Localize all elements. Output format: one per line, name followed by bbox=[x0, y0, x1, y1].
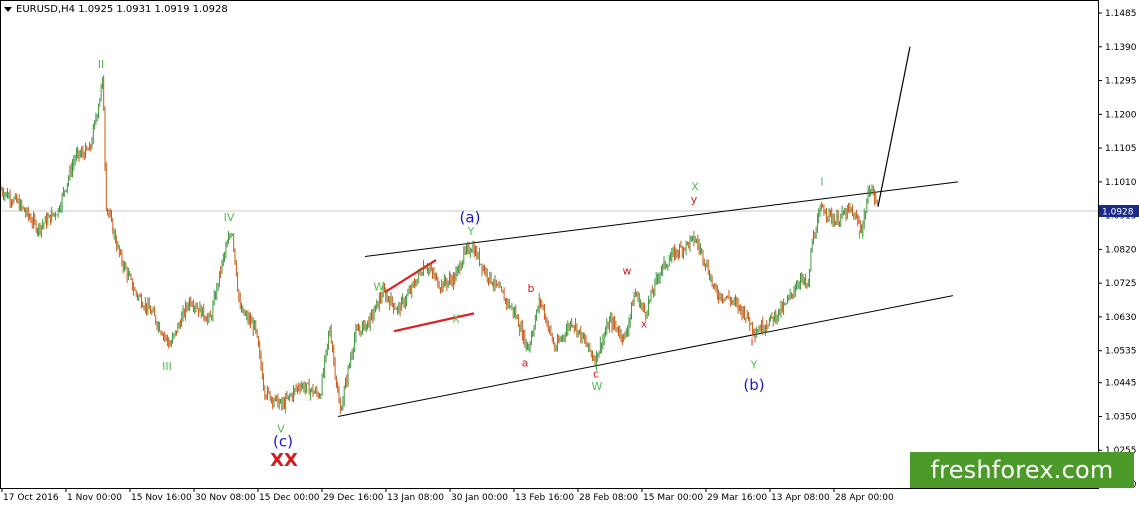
x-tick-label: 15 Nov 16:00 bbox=[131, 493, 192, 503]
x-tick-label: 17 Oct 2016 bbox=[3, 493, 59, 503]
plot-frame bbox=[0, 0, 1099, 489]
x-tick-label: 29 Mar 16:00 bbox=[707, 493, 767, 503]
x-tick-label: 15 Mar 00:00 bbox=[643, 493, 703, 503]
dropdown-triangle-icon[interactable] bbox=[4, 6, 12, 12]
wave-label: X bbox=[452, 312, 460, 325]
projection-line bbox=[877, 46, 911, 207]
price-chart: IIIIVIIIV(c)XXWX(a)YbacWwxXyiY(b)III 1.1… bbox=[0, 0, 1139, 503]
wave-label: II bbox=[98, 58, 105, 71]
x-tick-label: 30 Nov 08:00 bbox=[195, 493, 256, 503]
wave-label: Y bbox=[467, 225, 475, 238]
y-tick-label: 1.1390 bbox=[1105, 43, 1137, 53]
x-tick-label: 13 Apr 08:00 bbox=[771, 493, 830, 503]
wave-label: a bbox=[522, 357, 529, 370]
symbol-header: EURUSD,H4 1.0925 1.0931 1.0919 1.0928 bbox=[4, 4, 228, 15]
y-tick-label: 1.0350 bbox=[1105, 412, 1137, 422]
wave-label: W bbox=[374, 280, 385, 293]
wave-label: x bbox=[641, 318, 648, 331]
wave-label: I bbox=[36, 227, 39, 240]
wave-label: w bbox=[623, 264, 632, 277]
wave-label: b bbox=[528, 282, 535, 295]
x-tick-label: 28 Feb 08:00 bbox=[579, 493, 638, 503]
chart-area: II I IV III V (c) XX W X (a) Yb a c Ww x Xy i Y (b) I II 1.1… bbox=[0, 0, 1139, 509]
triangle-line bbox=[393, 312, 475, 333]
wave-label: W bbox=[592, 380, 603, 393]
y-tick-label: 1.0820 bbox=[1105, 245, 1137, 255]
wave-label: y bbox=[691, 193, 698, 206]
wave-label: (a) bbox=[460, 209, 481, 227]
wave-label: I bbox=[820, 175, 823, 188]
wave-label: c bbox=[593, 367, 599, 380]
y-tick-label: 1.1295 bbox=[1105, 77, 1137, 87]
y-tick-label: 1.0630 bbox=[1105, 313, 1137, 323]
wave-label: i bbox=[750, 335, 753, 348]
y-tick-label: 1.1105 bbox=[1105, 144, 1137, 154]
y-tick-label: 1.0725 bbox=[1105, 279, 1137, 289]
x-tick-label: 13 Feb 16:00 bbox=[515, 493, 574, 503]
y-tick-label: 1.1010 bbox=[1105, 178, 1137, 188]
wave-label: (c) bbox=[273, 433, 293, 451]
x-tick-label: 30 Jan 00:00 bbox=[451, 493, 508, 503]
x-tick-label: 29 Dec 16:00 bbox=[323, 493, 384, 503]
x-tick-label: 13 Jan 08:00 bbox=[387, 493, 444, 503]
y-tick-label: 1.0535 bbox=[1105, 347, 1137, 357]
brand-logo: freshforex.com bbox=[910, 452, 1134, 488]
wave-label: Y bbox=[750, 358, 758, 371]
symbol-line: EURUSD,H4 1.0925 1.0931 1.0919 1.0928 bbox=[16, 4, 228, 15]
y-tick-label: 1.0445 bbox=[1105, 379, 1137, 389]
current-price-label: 1.0928 bbox=[1102, 207, 1134, 217]
wave-label: II bbox=[858, 229, 865, 242]
x-tick-label: 28 Apr 00:00 bbox=[835, 493, 894, 503]
y-tick-label: 1.1200 bbox=[1105, 110, 1137, 120]
y-tick-label: 1.1485 bbox=[1105, 9, 1137, 19]
wave-label: (b) bbox=[743, 376, 764, 394]
x-tick-label: 1 Nov 00:00 bbox=[67, 493, 122, 503]
wave-label: III bbox=[162, 360, 172, 373]
wave-label: XX bbox=[270, 450, 298, 471]
wave-label: X bbox=[691, 181, 699, 194]
x-tick-label: 15 Dec 00:00 bbox=[259, 493, 320, 503]
wave-label: IV bbox=[224, 211, 235, 224]
